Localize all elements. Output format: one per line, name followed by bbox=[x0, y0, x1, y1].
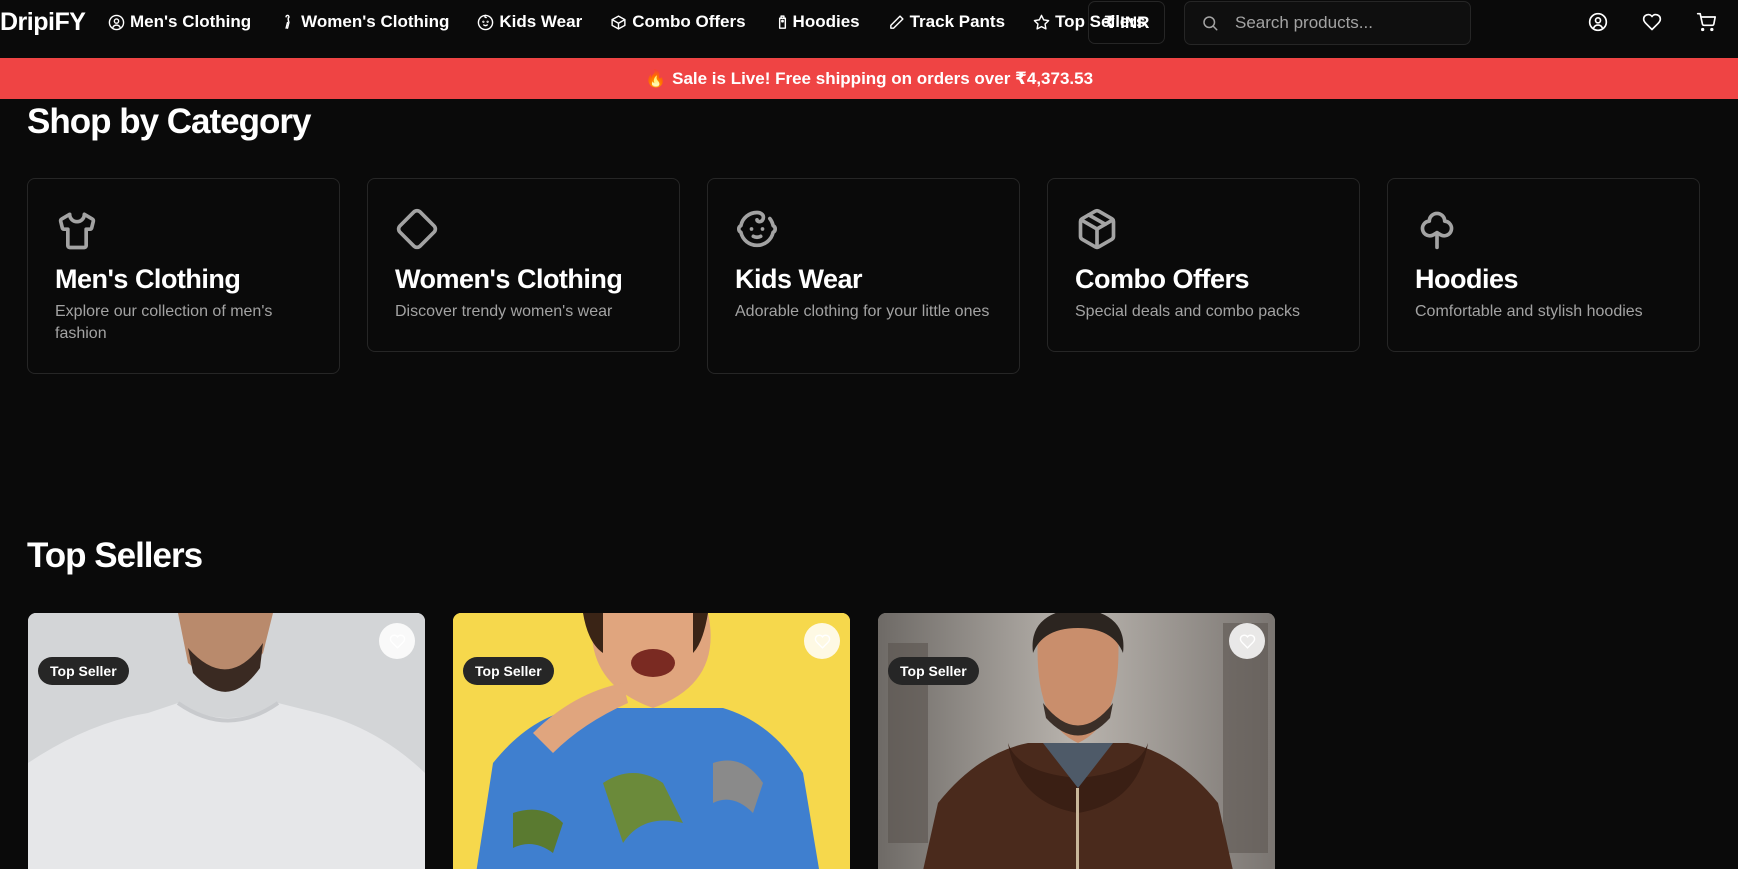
top-seller-badge: Top Seller bbox=[38, 657, 129, 685]
heart-icon bbox=[389, 634, 405, 649]
category-description: Comfortable and stylish hoodies bbox=[1415, 303, 1643, 320]
sale-banner: 🔥 Sale is Live! Free shipping on orders … bbox=[0, 58, 1738, 99]
search-icon bbox=[1203, 16, 1218, 31]
site-logo[interactable]: DripiFY bbox=[0, 8, 86, 37]
category-description: Discover trendy women's wear bbox=[395, 303, 613, 320]
category-card-kids[interactable]: Kids Wear Adorable clothing for your lit… bbox=[707, 178, 1020, 374]
category-description: Adorable clothing for your little ones bbox=[735, 303, 990, 320]
wishlist-toggle[interactable] bbox=[1229, 623, 1265, 659]
nav-label: Hoodies bbox=[792, 12, 860, 31]
category-name: Kids Wear bbox=[735, 264, 863, 294]
product-card[interactable]: Top Seller bbox=[453, 613, 850, 869]
clover-icon bbox=[1415, 207, 1459, 251]
search-box[interactable] bbox=[1184, 1, 1471, 45]
category-name: Hoodies bbox=[1415, 264, 1519, 294]
search-input[interactable] bbox=[1235, 13, 1455, 33]
category-name: Combo Offers bbox=[1075, 264, 1250, 294]
nav-label: Combo Offers bbox=[632, 12, 746, 31]
nav-label: Women's Clothing bbox=[301, 12, 450, 31]
currency-selector[interactable]: ₹ INR bbox=[1088, 1, 1165, 44]
wishlist-heart-icon[interactable] bbox=[1642, 12, 1662, 32]
heart-icon bbox=[814, 634, 830, 649]
product-card[interactable]: Top Seller bbox=[878, 613, 1275, 869]
category-name: Women's Clothing bbox=[395, 264, 623, 294]
category-card-womens[interactable]: Women's Clothing Discover trendy women's… bbox=[367, 178, 680, 352]
product-card[interactable]: Top Seller bbox=[28, 613, 425, 869]
product-image-man-white-tshirt bbox=[28, 613, 425, 869]
nav-hoodies[interactable]: Hoodies bbox=[774, 12, 860, 32]
category-description: Special deals and combo packs bbox=[1075, 303, 1301, 320]
category-section-title: Shop by Category bbox=[27, 102, 311, 141]
tshirt-icon bbox=[55, 207, 99, 251]
top-seller-badge: Top Seller bbox=[463, 657, 554, 685]
nav-label: Kids Wear bbox=[499, 12, 583, 31]
heart-icon bbox=[1239, 634, 1255, 649]
category-card-combo[interactable]: Combo Offers Special deals and combo pac… bbox=[1047, 178, 1360, 352]
baby-face-icon bbox=[735, 207, 779, 251]
nav-kids-wear[interactable]: Kids Wear bbox=[477, 12, 582, 32]
nav-mens-clothing[interactable]: Men's Clothing bbox=[108, 12, 251, 32]
nav-womens-clothing[interactable]: Women's Clothing bbox=[279, 12, 449, 32]
main-nav: Men's Clothing Women's Clothing Kids Wea… bbox=[108, 0, 1145, 44]
category-card-hoodies[interactable]: Hoodies Comfortable and stylish hoodies bbox=[1387, 178, 1700, 352]
sale-banner-text: Sale is Live! Free shipping on orders ov… bbox=[672, 68, 1094, 88]
top-sellers-section-title: Top Sellers bbox=[27, 536, 203, 575]
category-card-mens[interactable]: Men's Clothing Explore our collection of… bbox=[27, 178, 340, 374]
top-seller-badge: Top Seller bbox=[888, 657, 979, 685]
hanger-icon bbox=[285, 14, 290, 29]
site-header: DripiFY Men's Clothing Women's Clothing … bbox=[0, 0, 1738, 58]
wishlist-toggle[interactable] bbox=[379, 623, 415, 659]
fire-icon: 🔥 bbox=[644, 68, 667, 88]
product-image-kid-dino-hoodie bbox=[453, 613, 850, 869]
pencil-icon bbox=[889, 14, 904, 29]
diamond-icon bbox=[395, 207, 439, 251]
baby-face-icon bbox=[478, 14, 494, 30]
wishlist-toggle[interactable] bbox=[804, 623, 840, 659]
category-name: Men's Clothing bbox=[55, 264, 241, 294]
nav-track-pants[interactable]: Track Pants bbox=[888, 12, 1005, 32]
user-circle-icon bbox=[108, 14, 125, 30]
account-icon[interactable] bbox=[1588, 12, 1608, 32]
cart-icon[interactable] bbox=[1696, 12, 1716, 32]
nav-label: Men's Clothing bbox=[130, 12, 252, 31]
category-description: Explore our collection of men's fashion bbox=[55, 303, 273, 342]
nav-label: Track Pants bbox=[909, 12, 1006, 31]
package-icon bbox=[611, 14, 626, 30]
star-icon bbox=[1033, 14, 1050, 30]
shirt-tag-icon bbox=[778, 14, 786, 29]
nav-combo-offers[interactable]: Combo Offers bbox=[610, 12, 746, 32]
package-icon bbox=[1075, 207, 1119, 251]
product-image-man-brown-hoodie bbox=[878, 613, 1275, 869]
